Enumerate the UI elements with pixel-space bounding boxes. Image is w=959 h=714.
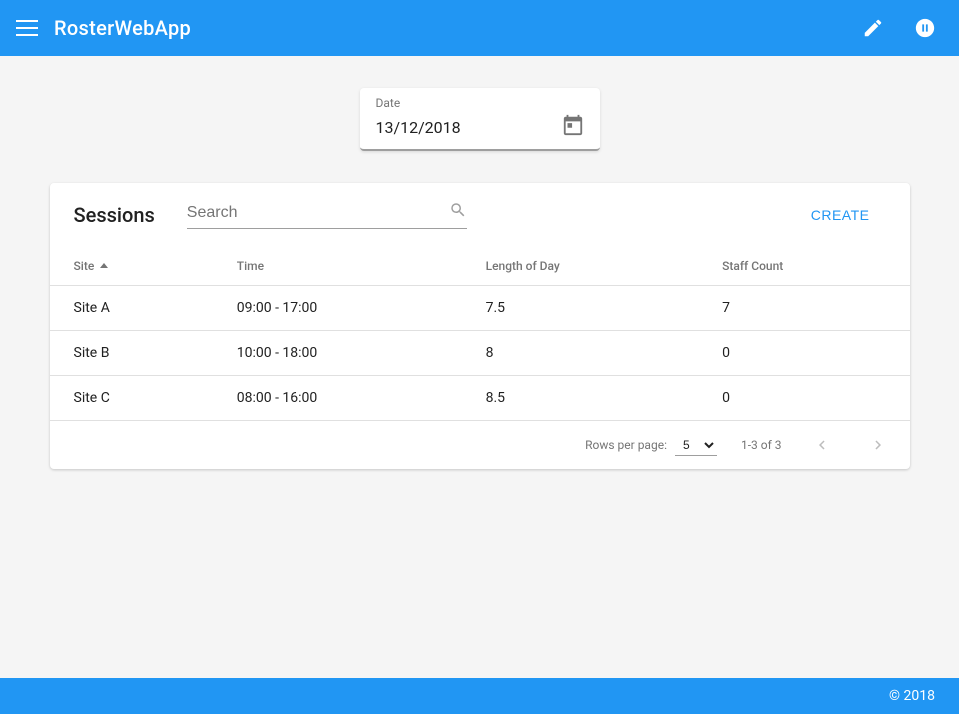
rows-per-page-select[interactable]: 5 10 25: [675, 435, 717, 456]
main-content: Date 13/12/2018 Sessions CREATE: [0, 56, 959, 678]
card-header: Sessions CREATE: [50, 183, 910, 247]
calendar-icon[interactable]: [562, 114, 584, 141]
cell-length_of_day-1: 8: [462, 331, 698, 376]
col-time: Time: [213, 247, 462, 286]
cell-staff_count-0: 7: [698, 286, 909, 331]
table-row[interactable]: Site A09:00 - 17:007.57: [50, 286, 910, 331]
cell-time-2: 08:00 - 16:00: [213, 376, 462, 421]
date-picker[interactable]: Date 13/12/2018: [360, 88, 600, 151]
sessions-title: Sessions: [74, 203, 155, 227]
cell-length_of_day-2: 8.5: [462, 376, 698, 421]
search-icon: [449, 201, 467, 224]
cell-staff_count-2: 0: [698, 376, 909, 421]
prev-page-button[interactable]: [806, 429, 838, 461]
edit-icon[interactable]: [855, 10, 891, 46]
search-input[interactable]: [187, 204, 441, 222]
rows-per-page-label: Rows per page:: [585, 438, 667, 452]
app-title: RosterWebApp: [54, 16, 855, 40]
footer: © 2018: [0, 678, 959, 714]
page-info: 1-3 of 3: [741, 438, 782, 452]
cell-time-0: 09:00 - 17:00: [213, 286, 462, 331]
nav-actions: [855, 10, 943, 46]
cell-length_of_day-0: 7.5: [462, 286, 698, 331]
sessions-card: Sessions CREATE Site: [50, 183, 910, 469]
table-row[interactable]: Site B10:00 - 18:0080: [50, 331, 910, 376]
cell-site-1: Site B: [50, 331, 213, 376]
pagination-row: Rows per page: 5 10 25 1-3 of 3: [50, 420, 910, 469]
search-area: [187, 201, 467, 229]
menu-icon[interactable]: [16, 20, 38, 36]
sort-arrow-site: [100, 263, 108, 268]
rows-per-page: Rows per page: 5 10 25: [585, 435, 717, 456]
col-length-of-day: Length of Day: [462, 247, 698, 286]
table-row[interactable]: Site C08:00 - 16:008.50: [50, 376, 910, 421]
cell-site-0: Site A: [50, 286, 213, 331]
profile-icon[interactable]: [907, 10, 943, 46]
create-button[interactable]: CREATE: [795, 199, 886, 231]
next-page-button[interactable]: [862, 429, 894, 461]
col-staff-count: Staff Count: [698, 247, 909, 286]
date-row: 13/12/2018: [376, 114, 584, 141]
col-site[interactable]: Site: [50, 247, 213, 286]
date-value: 13/12/2018: [376, 118, 461, 137]
sessions-table: Site Time Length of Day Staff Count: [50, 247, 910, 420]
copyright: © 2018: [889, 688, 935, 704]
cell-staff_count-1: 0: [698, 331, 909, 376]
table-header-row: Site Time Length of Day Staff Count: [50, 247, 910, 286]
cell-site-2: Site C: [50, 376, 213, 421]
top-nav: RosterWebApp: [0, 0, 959, 56]
table-body: Site A09:00 - 17:007.57Site B10:00 - 18:…: [50, 286, 910, 421]
date-label: Date: [376, 96, 584, 110]
cell-time-1: 10:00 - 18:00: [213, 331, 462, 376]
